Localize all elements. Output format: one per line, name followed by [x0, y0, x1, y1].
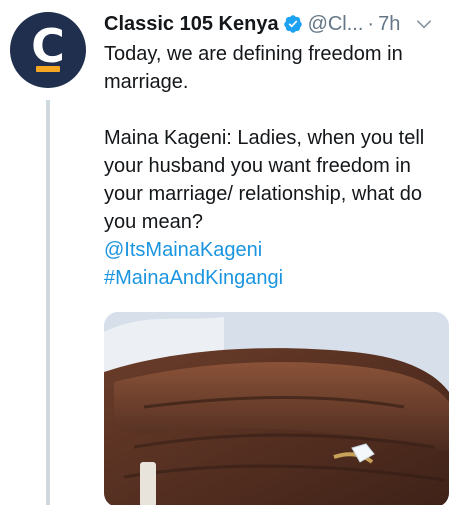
tweet-content: Classic 105 Kenya @Cl... · 7h Today, we … [104, 10, 449, 505]
account-handle[interactable]: @Cl... [308, 13, 364, 36]
tweet-header: Classic 105 Kenya @Cl... · 7h [104, 10, 449, 38]
thread-line [46, 100, 50, 505]
avatar-letter: C [31, 19, 65, 73]
wedding-band [140, 462, 156, 505]
avatar[interactable]: C [10, 12, 86, 88]
tweet[interactable]: C Classic 105 Kenya @Cl... · 7h Today, w… [0, 0, 455, 505]
separator-dot: · [367, 12, 375, 35]
tweet-text-intro: Today, we are defining freedom in marria… [104, 43, 403, 93]
chevron-down-icon[interactable] [414, 14, 434, 34]
hands-with-ring-image [104, 312, 449, 505]
hashtag-link[interactable]: #MainaAndKingangi [104, 264, 449, 292]
tweet-photo[interactable] [104, 312, 449, 505]
account-name[interactable]: Classic 105 Kenya [104, 13, 279, 36]
verified-badge-icon [283, 15, 302, 33]
tweet-text-quote: Maina Kageni: Ladies, when you tell your… [104, 127, 425, 233]
avatar-accent-bar [36, 66, 60, 72]
mention-link[interactable]: @ItsMainaKageni [104, 236, 449, 264]
tweet-text: Today, we are defining freedom in marria… [104, 40, 449, 292]
timestamp[interactable]: 7h [378, 13, 400, 36]
